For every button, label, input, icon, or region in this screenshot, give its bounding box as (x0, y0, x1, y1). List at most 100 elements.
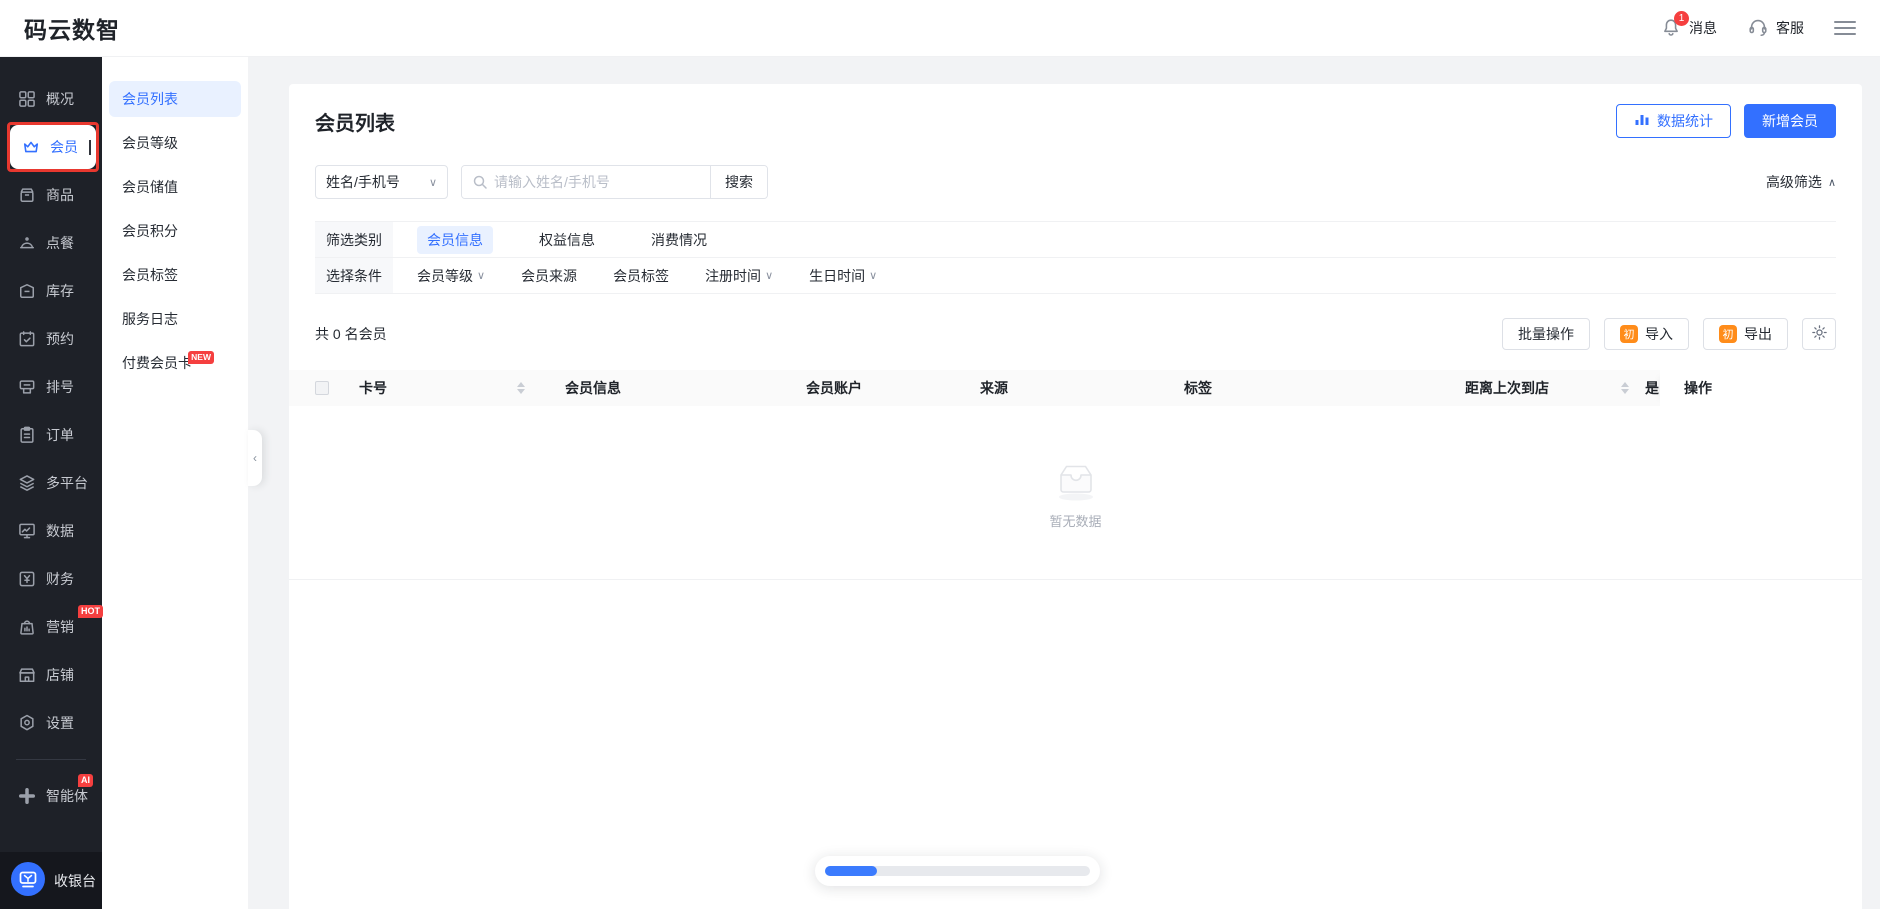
search-input-group: 搜索 (461, 165, 768, 199)
hot-badge: HOT (78, 605, 103, 618)
submenu-member-list[interactable]: 会员列表 (109, 81, 241, 117)
sort-last-visit[interactable] (1621, 382, 1629, 394)
sidebar-item-multiplatform[interactable]: 多平台 (0, 459, 102, 507)
support-button[interactable]: 客服 (1747, 16, 1804, 41)
layers-icon (17, 473, 37, 493)
add-member-button[interactable]: 新增会员 (1744, 104, 1836, 138)
calendar-check-icon (17, 329, 37, 349)
col-operations: 操作 (1660, 370, 1862, 406)
new-badge: NEW (188, 351, 214, 364)
horizontal-scrollbar (815, 856, 1100, 886)
column-settings-button[interactable] (1802, 318, 1836, 350)
scrollbar-track[interactable] (825, 866, 1090, 876)
page-title: 会员列表 (315, 112, 395, 135)
storefront-icon (17, 665, 37, 685)
app-window: 码云数智 1 消息 客服 概况 会员 商品 点餐 库存 预约 排号 订单 多平台… (0, 0, 1880, 909)
chevron-down-icon: ∨ (765, 270, 774, 282)
yuan-icon (17, 569, 37, 589)
empty-inbox-icon (1058, 465, 1093, 501)
cashier-button[interactable]: 收银台 (0, 852, 102, 909)
sidebar-item-overview[interactable]: 概况 (0, 75, 102, 123)
submenu-member-stored-value[interactable]: 会员储值 (109, 169, 241, 205)
app-logo: 码云数智 (24, 17, 120, 43)
secondary-sidebar: 会员列表 会员等级 会员储值 会员积分 会员标签 服务日志 付费会员卡 NEW (102, 57, 248, 909)
table-empty-state: 暂无数据 (289, 406, 1862, 580)
filter-category-consumption[interactable]: 消费情况 (641, 226, 717, 254)
filter-category-member-info[interactable]: 会员信息 (417, 225, 493, 254)
search-input[interactable] (462, 166, 710, 198)
sidebar-item-store[interactable]: 店铺 (0, 651, 102, 699)
support-label: 客服 (1776, 20, 1804, 36)
sidebar-item-marketing[interactable]: 营销 HOT (0, 603, 103, 651)
submenu-service-log[interactable]: 服务日志 (109, 301, 241, 337)
filter-category-label: 筛选类别 (315, 222, 393, 257)
messages-label: 消息 (1689, 20, 1717, 36)
import-button[interactable]: 初 导入 (1604, 318, 1689, 350)
clipboard-icon (17, 425, 37, 445)
col-last-visit: 距离上次到店 (1465, 380, 1549, 396)
ai-agent-icon (17, 786, 37, 806)
submenu-paid-member-card[interactable]: 付费会员卡 NEW (109, 345, 241, 381)
sidebar-item-queue[interactable]: 排号 (0, 363, 102, 411)
menu-icon[interactable] (1834, 21, 1856, 35)
member-crown-icon (21, 137, 41, 157)
messages-badge: 1 (1674, 11, 1689, 26)
sidebar-item-finance[interactable]: 财务 (0, 555, 102, 603)
chevron-up-icon: ∧ (1827, 176, 1836, 189)
filter-panel: 筛选类别 会员信息 权益信息 消费情况 选择条件 会员等级 ∨ 会员来源 会员标签… (315, 221, 1836, 294)
sidebar-item-data[interactable]: 数据 (0, 507, 102, 555)
inventory-icon (17, 281, 37, 301)
sidebar-item-agent[interactable]: 智能体 AI (0, 772, 102, 820)
bell-icon: 1 (1660, 11, 1689, 39)
sidebar-item-ordering[interactable]: 点餐 (0, 219, 102, 267)
advanced-filter-toggle[interactable]: 高级筛选 ∧ (1766, 172, 1836, 192)
settings-icon (17, 713, 37, 733)
headset-icon (1747, 16, 1769, 41)
member-count: 共 0 名会员 (315, 326, 387, 342)
sort-card-no[interactable] (517, 382, 525, 394)
col-member-account: 会员账户 (806, 380, 862, 396)
ai-badge: AI (78, 774, 93, 787)
col-member-info: 会员信息 (565, 380, 621, 396)
scrollbar-thumb[interactable] (825, 866, 877, 876)
ticket-machine-icon (17, 377, 37, 397)
sidebar-divider (16, 759, 86, 760)
condition-register-time[interactable]: 注册时间 ∨ (705, 266, 773, 286)
sidebar-item-settings[interactable]: 设置 (0, 699, 102, 747)
main-content: 会员列表 数据统计 新增会员 姓名/手机号 ∨ 请输入姓名/手机号 搜索 高级筛… (248, 57, 1880, 909)
condition-member-source[interactable]: 会员来源 (521, 266, 577, 286)
primary-sidebar: 概况 会员 商品 点餐 库存 预约 排号 订单 多平台 数据 财务 营销 HOT… (0, 57, 103, 909)
select-all-checkbox[interactable] (315, 381, 329, 395)
bar-chart-icon (1634, 112, 1650, 130)
batch-actions-button[interactable]: 批量操作 (1502, 318, 1590, 350)
gear-icon (1811, 324, 1828, 344)
sidebar-item-goods[interactable]: 商品 (0, 171, 102, 219)
cloche-icon (17, 233, 37, 253)
sidebar-item-inventory[interactable]: 库存 (0, 267, 102, 315)
sidebar-item-member[interactable]: 会员 (7, 122, 99, 172)
member-list-card: 会员列表 数据统计 新增会员 姓名/手机号 ∨ 请输入姓名/手机号 搜索 高级筛… (289, 84, 1862, 909)
col-source: 来源 (980, 380, 1008, 396)
condition-birthday-time[interactable]: 生日时间 ∨ (809, 266, 877, 286)
filter-condition-label: 选择条件 (315, 258, 393, 293)
goods-icon (17, 185, 37, 205)
text-cursor (89, 139, 91, 155)
monitor-chart-icon (17, 521, 37, 541)
template-badge-icon: 初 (1620, 325, 1638, 343)
condition-member-level[interactable]: 会员等级 ∨ (417, 266, 485, 286)
export-button[interactable]: 初 导出 (1703, 318, 1788, 350)
sidebar-collapse-handle[interactable]: ‹ (248, 430, 262, 486)
messages-button[interactable]: 1 消息 (1660, 11, 1717, 39)
condition-member-tag[interactable]: 会员标签 (613, 266, 669, 286)
submenu-member-tags[interactable]: 会员标签 (109, 257, 241, 293)
search-field-select[interactable]: 姓名/手机号 ∨ (315, 165, 448, 199)
sidebar-item-orders[interactable]: 订单 (0, 411, 102, 459)
search-button[interactable]: 搜索 (710, 166, 767, 198)
submenu-member-points[interactable]: 会员积分 (109, 213, 241, 249)
empty-text: 暂无数据 (1049, 514, 1102, 529)
submenu-member-level[interactable]: 会员等级 (109, 125, 241, 161)
filter-category-rights-info[interactable]: 权益信息 (529, 226, 605, 254)
data-stats-button[interactable]: 数据统计 (1616, 104, 1731, 138)
sidebar-item-booking[interactable]: 预约 (0, 315, 102, 363)
overview-icon (17, 89, 37, 109)
